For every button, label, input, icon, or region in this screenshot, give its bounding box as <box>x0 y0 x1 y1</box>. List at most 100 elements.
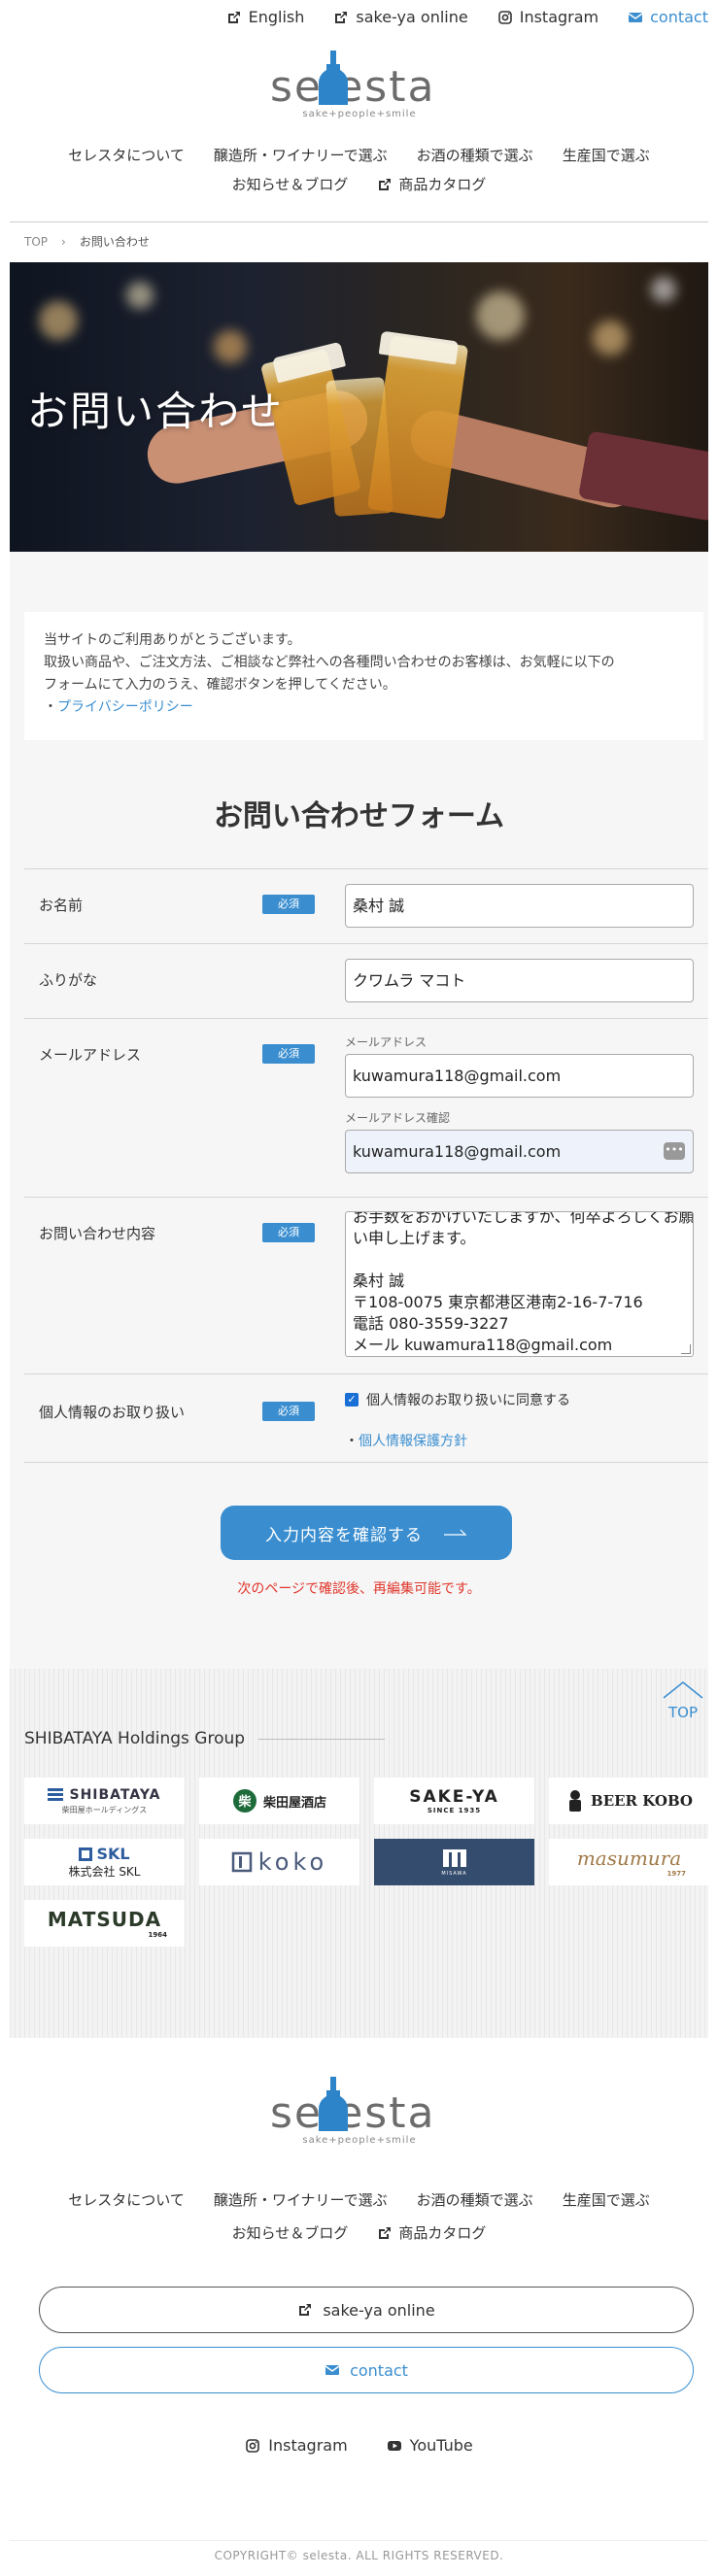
footer-youtube-link[interactable]: YouTube <box>387 2436 473 2455</box>
footer-nav-news[interactable]: お知らせ＆ブログ <box>232 2217 349 2250</box>
logo-tagline: sake+people+smile <box>302 109 416 119</box>
group-logos: SHIBATAYA 柴田屋ホールディングス 柴 柴田屋酒店 SAKE-YA SI… <box>24 1778 709 1947</box>
agree-checkbox-row[interactable]: ✓ 個人情報のお取り扱いに同意する <box>345 1390 694 1409</box>
footer-youtube-label: YouTube <box>409 2436 473 2455</box>
nav-country[interactable]: 生産国で選ぶ <box>563 141 650 170</box>
email-confirm-sublabel: メールアドレス確認 <box>345 1111 451 1125</box>
footer-nav-catalog[interactable]: 商品カタログ <box>377 2217 486 2250</box>
name-field[interactable]: 桑村 誠 <box>345 884 694 928</box>
back-to-top-button[interactable]: TOP <box>661 1678 705 1721</box>
footer-sake-ya-online-button[interactable]: sake-ya online <box>39 2287 694 2333</box>
footer-nav-catalog-label: 商品カタログ <box>398 2224 487 2242</box>
logo-shibataya-saketen[interactable]: 柴 柴田屋酒店 <box>199 1778 359 1824</box>
agree-checkbox[interactable]: ✓ <box>345 1393 359 1407</box>
logo-beer-kobo-name: BEER KOBO <box>591 1792 693 1810</box>
shibataya-mark-icon <box>48 1787 64 1801</box>
nav-catalog[interactable]: 商品カタログ <box>377 170 486 199</box>
saketen-mark-icon: 柴 <box>232 1789 256 1813</box>
email-label: メールアドレス <box>39 1046 142 1064</box>
external-link-icon <box>227 11 240 23</box>
contact-link[interactable]: contact <box>628 8 708 26</box>
envelope-icon <box>628 12 643 22</box>
autofill-icon[interactable]: ••• <box>664 1142 685 1160</box>
form-row-kana: ふりがな クワムラ マコト <box>24 943 708 1018</box>
nav-about[interactable]: セレスタについて <box>68 141 185 170</box>
instagram-label: Instagram <box>519 8 599 26</box>
breadcrumb-home[interactable]: TOP <box>24 235 48 249</box>
confirm-note: 次のページで確認後、再編集可能です。 <box>237 1581 481 1597</box>
group-title-rule <box>258 1738 386 1740</box>
footer-sake-ya-online-label: sake-ya online <box>323 2300 435 2320</box>
privacy-policy-link[interactable]: プライバシーポリシー <box>57 699 193 715</box>
privacy-protection-link[interactable]: 個人情報保護方針 <box>359 1434 467 1449</box>
logo-shibataya-name: SHIBATAYA <box>69 1786 161 1803</box>
logo-masumura-sub: 1977 <box>667 1870 686 1878</box>
footer-nav-country[interactable]: 生産国で選ぶ <box>563 2184 650 2217</box>
footer-logo[interactable]: selesta sake+people+smile <box>0 2077 718 2147</box>
logo-masumura[interactable]: masumura 1977 <box>549 1839 709 1885</box>
envelope-icon <box>325 2365 340 2375</box>
header-divider <box>10 221 708 222</box>
nav-type[interactable]: お酒の種類で選ぶ <box>417 141 533 170</box>
arrow-right-icon <box>444 1529 467 1536</box>
footer-nav-about[interactable]: セレスタについて <box>68 2184 185 2217</box>
selesta-logo-icon: selesta sake+people+smile <box>270 51 433 119</box>
bullet: ・ <box>345 1434 359 1449</box>
email-confirm-value: kuwamura118@gmail.com <box>353 1142 562 1161</box>
footer-nav-brewery[interactable]: 醸造所・ワイナリーで選ぶ <box>214 2184 388 2217</box>
logo-misawa-name: MISAWA <box>441 1871 467 1877</box>
email-confirm-field[interactable]: kuwamura118@gmail.com ••• <box>345 1130 694 1173</box>
nav-brewery[interactable]: 醸造所・ワイナリーで選ぶ <box>214 141 388 170</box>
footer-social: Instagram YouTube <box>0 2436 718 2455</box>
logo-matsuda-name: MATSUDA <box>47 1908 162 1931</box>
footer-instagram-link[interactable]: Instagram <box>245 2436 348 2455</box>
svg-text:柴: 柴 <box>237 1794 252 1810</box>
footer-nav-type[interactable]: お酒の種類で選ぶ <box>417 2184 533 2217</box>
email-field[interactable]: kuwamura118@gmail.com <box>345 1054 694 1098</box>
inquiry-line: 桑村 誠 <box>353 1271 405 1290</box>
bullet: ・ <box>44 699 57 715</box>
form-row-privacy: 個人情報のお取り扱い 必須 ✓ 個人情報のお取り扱いに同意する ・個人情報保護方… <box>24 1373 708 1463</box>
nav-news[interactable]: お知らせ＆ブログ <box>232 170 349 199</box>
confirm-button[interactable]: 入力内容を確認する <box>221 1506 512 1560</box>
footer-contact-label: contact <box>350 2360 408 2380</box>
logo-sake-ya-name: SAKE-YA <box>409 1787 499 1807</box>
footer-logo-tagline: sake+people+smile <box>302 2135 416 2146</box>
footer-logo-text: selesta <box>270 2088 435 2138</box>
kana-field[interactable]: クワムラ マコト <box>345 959 694 1002</box>
contact-form: お名前 必須 桑村 誠 ふりがな クワムラ マコト メールアドレス 必須 メール… <box>24 868 708 1463</box>
logo-sake-ya[interactable]: SAKE-YA SINCE 1935 <box>374 1778 534 1824</box>
inquiry-label: お問い合わせ内容 <box>39 1225 156 1242</box>
logo-skl[interactable]: SKL 株式会社 SKL <box>24 1839 185 1885</box>
logo-shibataya[interactable]: SHIBATAYA 柴田屋ホールディングス <box>24 1778 185 1824</box>
koko-mark-icon <box>231 1851 253 1873</box>
instagram-link[interactable]: Instagram <box>497 8 598 26</box>
sake-ya-online-label: sake-ya online <box>356 8 468 26</box>
intro-line-3: フォームにて入力のうえ、確認ボタンを押してください。 <box>44 677 396 693</box>
hero-banner: お問い合わせ <box>10 262 708 552</box>
breadcrumb-current: お問い合わせ <box>79 235 150 249</box>
footer-contact-button[interactable]: contact <box>39 2347 694 2393</box>
logo-beer-kobo[interactable]: BEER KOBO <box>549 1778 709 1824</box>
footer-nav: セレスタについて 醸造所・ワイナリーで選ぶ お酒の種類で選ぶ 生産国で選ぶ お知… <box>0 2184 718 2250</box>
logo-koko-name: koko <box>257 1848 328 1876</box>
logo-misawa[interactable]: MISAWA <box>374 1839 534 1885</box>
inquiry-line: お手数をおかけいたしますが、何卒よろしくお願 <box>353 1211 694 1226</box>
form-row-name: お名前 必須 桑村 誠 <box>24 868 708 943</box>
logo-skl-name: SKL <box>96 1845 130 1863</box>
english-link[interactable]: English <box>226 8 305 26</box>
inquiry-textarea[interactable]: お手数をおかけいたしますが、何卒よろしくお願 い申し上げます。 桑村 誠 〒10… <box>345 1211 694 1357</box>
logo-matsuda[interactable]: MATSUDA 1964 <box>24 1900 185 1947</box>
instagram-icon <box>246 2438 260 2453</box>
logo-matsuda-sub: 1964 <box>148 1931 167 1939</box>
youtube-icon <box>387 2440 401 2451</box>
site-logo[interactable]: selesta sake+people+smile <box>0 51 718 120</box>
resize-handle[interactable] <box>681 1344 691 1354</box>
logo-koko[interactable]: koko <box>199 1839 359 1885</box>
english-label: English <box>248 8 305 26</box>
logo-masumura-name: masumura <box>576 1847 682 1870</box>
sake-ya-online-link[interactable]: sake-ya online <box>333 8 468 26</box>
logo-skl-sub: 株式会社 SKL <box>68 1865 141 1879</box>
inquiry-line: 電話 080-3559-3227 <box>353 1314 509 1333</box>
email-sublabel: メールアドレス <box>345 1035 427 1049</box>
